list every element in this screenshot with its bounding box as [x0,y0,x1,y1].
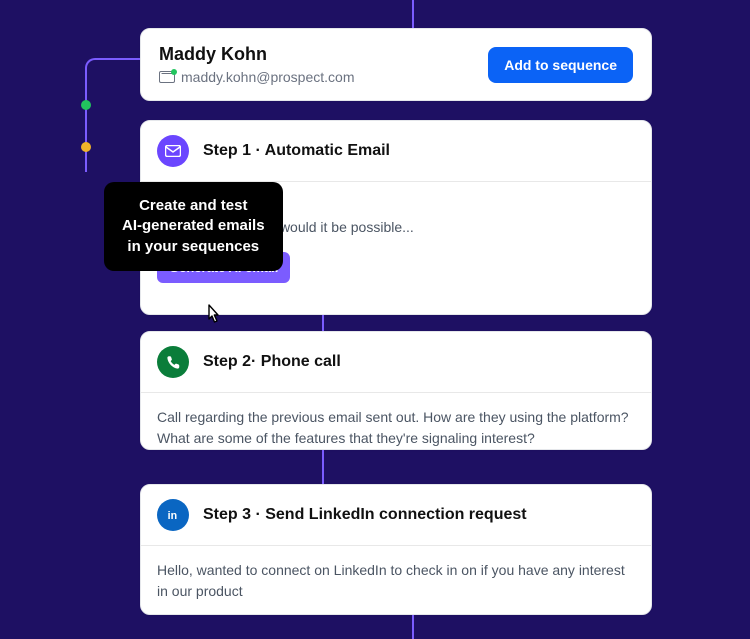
mail-status-icon [159,71,175,83]
timeline-dot-green [81,100,91,110]
step-body: Hello, wanted to connect on LinkedIn to … [141,546,651,616]
ai-email-tooltip: Create and test AI-generated emails in y… [104,182,283,271]
linkedin-icon: in [157,499,189,531]
step-body: Call regarding the previous email sent o… [141,393,651,463]
branch-line [85,58,141,172]
connector-line [322,315,324,331]
email-icon [157,135,189,167]
connector-line [412,615,414,639]
svg-text:in: in [168,510,177,522]
step-title: Step 1 · Automatic Email [203,142,390,160]
step-title: Step 2· Phone call [203,353,341,371]
connector-line [412,0,414,28]
step-card-3: in Step 3 · Send LinkedIn connection req… [140,484,652,615]
step-card-2: Step 2· Phone call Call regarding the pr… [140,331,652,450]
phone-icon [157,346,189,378]
contact-email: maddy.kohn@prospect.com [181,69,354,85]
contact-email-row: maddy.kohn@prospect.com [159,69,354,85]
contact-name: Maddy Kohn [159,44,354,65]
pointer-cursor-icon [203,303,223,325]
tooltip-line: in your sequences [122,237,265,257]
timeline-dot-yellow [81,142,91,152]
add-to-sequence-button[interactable]: Add to sequence [488,47,633,83]
tooltip-line: AI-generated emails [122,216,265,236]
tooltip-line: Create and test [122,196,265,216]
step-title: Step 3 · Send LinkedIn connection reques… [203,506,527,524]
contact-card: Maddy Kohn maddy.kohn@prospect.com Add t… [140,28,652,101]
